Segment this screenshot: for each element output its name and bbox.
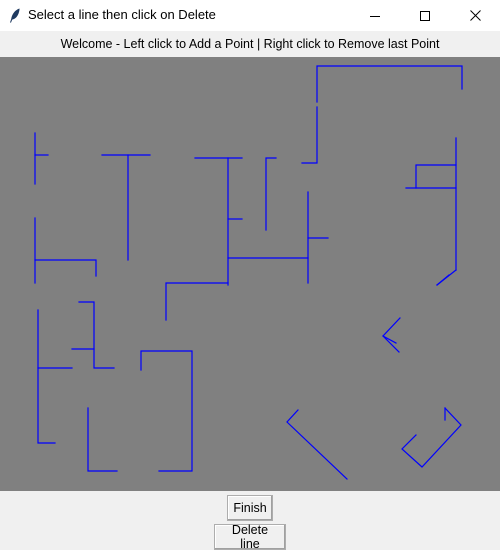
maximize-button[interactable] [402,0,448,31]
drawn-line[interactable] [78,301,115,369]
status-bar: Welcome - Left click to Add a Point | Ri… [0,31,500,57]
drawn-line[interactable] [316,65,463,103]
drawn-line[interactable] [286,409,348,480]
drawing-canvas[interactable] [0,57,500,491]
drawn-line[interactable] [436,274,450,286]
drawn-line[interactable] [37,309,56,444]
drawn-line[interactable] [382,317,401,353]
finish-button[interactable]: Finish [227,495,273,521]
drawn-line[interactable] [415,164,457,189]
drawn-line[interactable] [87,407,118,472]
minimize-icon [370,15,380,17]
drawn-line[interactable] [401,407,462,468]
close-icon [469,10,481,21]
title-bar[interactable]: Select a line then click on Delete [0,0,500,31]
maximize-icon [420,10,430,21]
status-text: Welcome - Left click to Add a Point | Ri… [60,37,440,51]
window-title: Select a line then click on Delete [28,7,216,22]
close-button[interactable] [452,0,498,31]
drawn-line[interactable] [301,106,318,164]
app-window: Select a line then click on Delete Welco… [0,0,500,550]
drawing-surface[interactable] [0,57,500,491]
minimize-button[interactable] [352,0,398,31]
drawn-line[interactable] [265,157,277,231]
drawn-line[interactable] [34,259,97,277]
feather-icon [10,8,20,23]
drawn-line[interactable] [165,282,229,321]
drawn-line[interactable] [140,350,193,472]
delete-line-button[interactable]: Delete line [214,523,286,550]
